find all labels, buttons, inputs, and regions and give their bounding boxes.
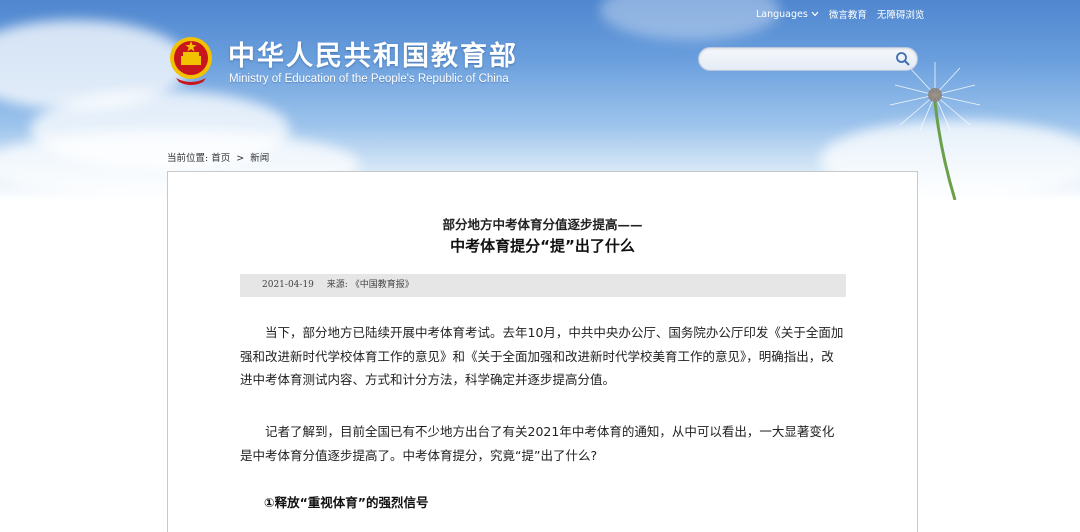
article-paragraph: 当下，部分地方已陆续开展中考体育考试。去年10月，中共中央办公厅、国务院办公厅印… xyxy=(240,325,844,387)
cloud-decoration xyxy=(600,0,780,40)
breadcrumb: 当前位置: 首页 > 新闻 xyxy=(167,150,269,164)
article-source-label: 来源: xyxy=(326,280,348,290)
site-title[interactable]: 中华人民共和国教育部 xyxy=(228,34,518,73)
chevron-down-icon xyxy=(811,11,819,17)
article-paragraph: 记者了解到，目前全国已有不少地方出台了有关2021年中考体育的通知，从中可以看出… xyxy=(240,424,835,463)
languages-dropdown[interactable]: Languages xyxy=(756,7,819,21)
breadcrumb-separator: > xyxy=(236,153,245,164)
search-box xyxy=(698,47,918,71)
national-emblem-icon xyxy=(170,37,212,85)
article-section-heading: ①释放“重视体育”的强烈信号 xyxy=(264,495,429,510)
breadcrumb-home-link[interactable]: 首页 xyxy=(211,153,230,164)
header-banner xyxy=(0,0,1080,200)
top-links: Languages 微言教育 无障碍浏览 xyxy=(756,7,925,22)
languages-label: Languages xyxy=(756,8,808,20)
search-input[interactable] xyxy=(709,50,889,70)
breadcrumb-current-link[interactable]: 新闻 xyxy=(250,153,269,164)
article-date: 2021-04-19 xyxy=(262,280,314,290)
site-subtitle: Ministry of Education of the People's Re… xyxy=(229,73,509,85)
article-kicker: 部分地方中考体育分值逐步提高—— xyxy=(442,217,643,232)
article-meta-bar: 2021-04-19 来源: 《中国教育报》 xyxy=(240,274,846,297)
article-headline: 中考体育提分“提”出了什么 xyxy=(450,237,635,255)
search-icon[interactable] xyxy=(895,51,911,67)
article-panel: 部分地方中考体育分值逐步提高—— 中考体育提分“提”出了什么 2021-04-1… xyxy=(167,171,918,532)
weibo-link[interactable]: 微言教育 xyxy=(829,7,867,21)
article-source: 《中国教育报》 xyxy=(350,280,414,290)
breadcrumb-prefix: 当前位置: xyxy=(167,153,209,164)
accessibility-link[interactable]: 无障碍浏览 xyxy=(877,7,925,21)
